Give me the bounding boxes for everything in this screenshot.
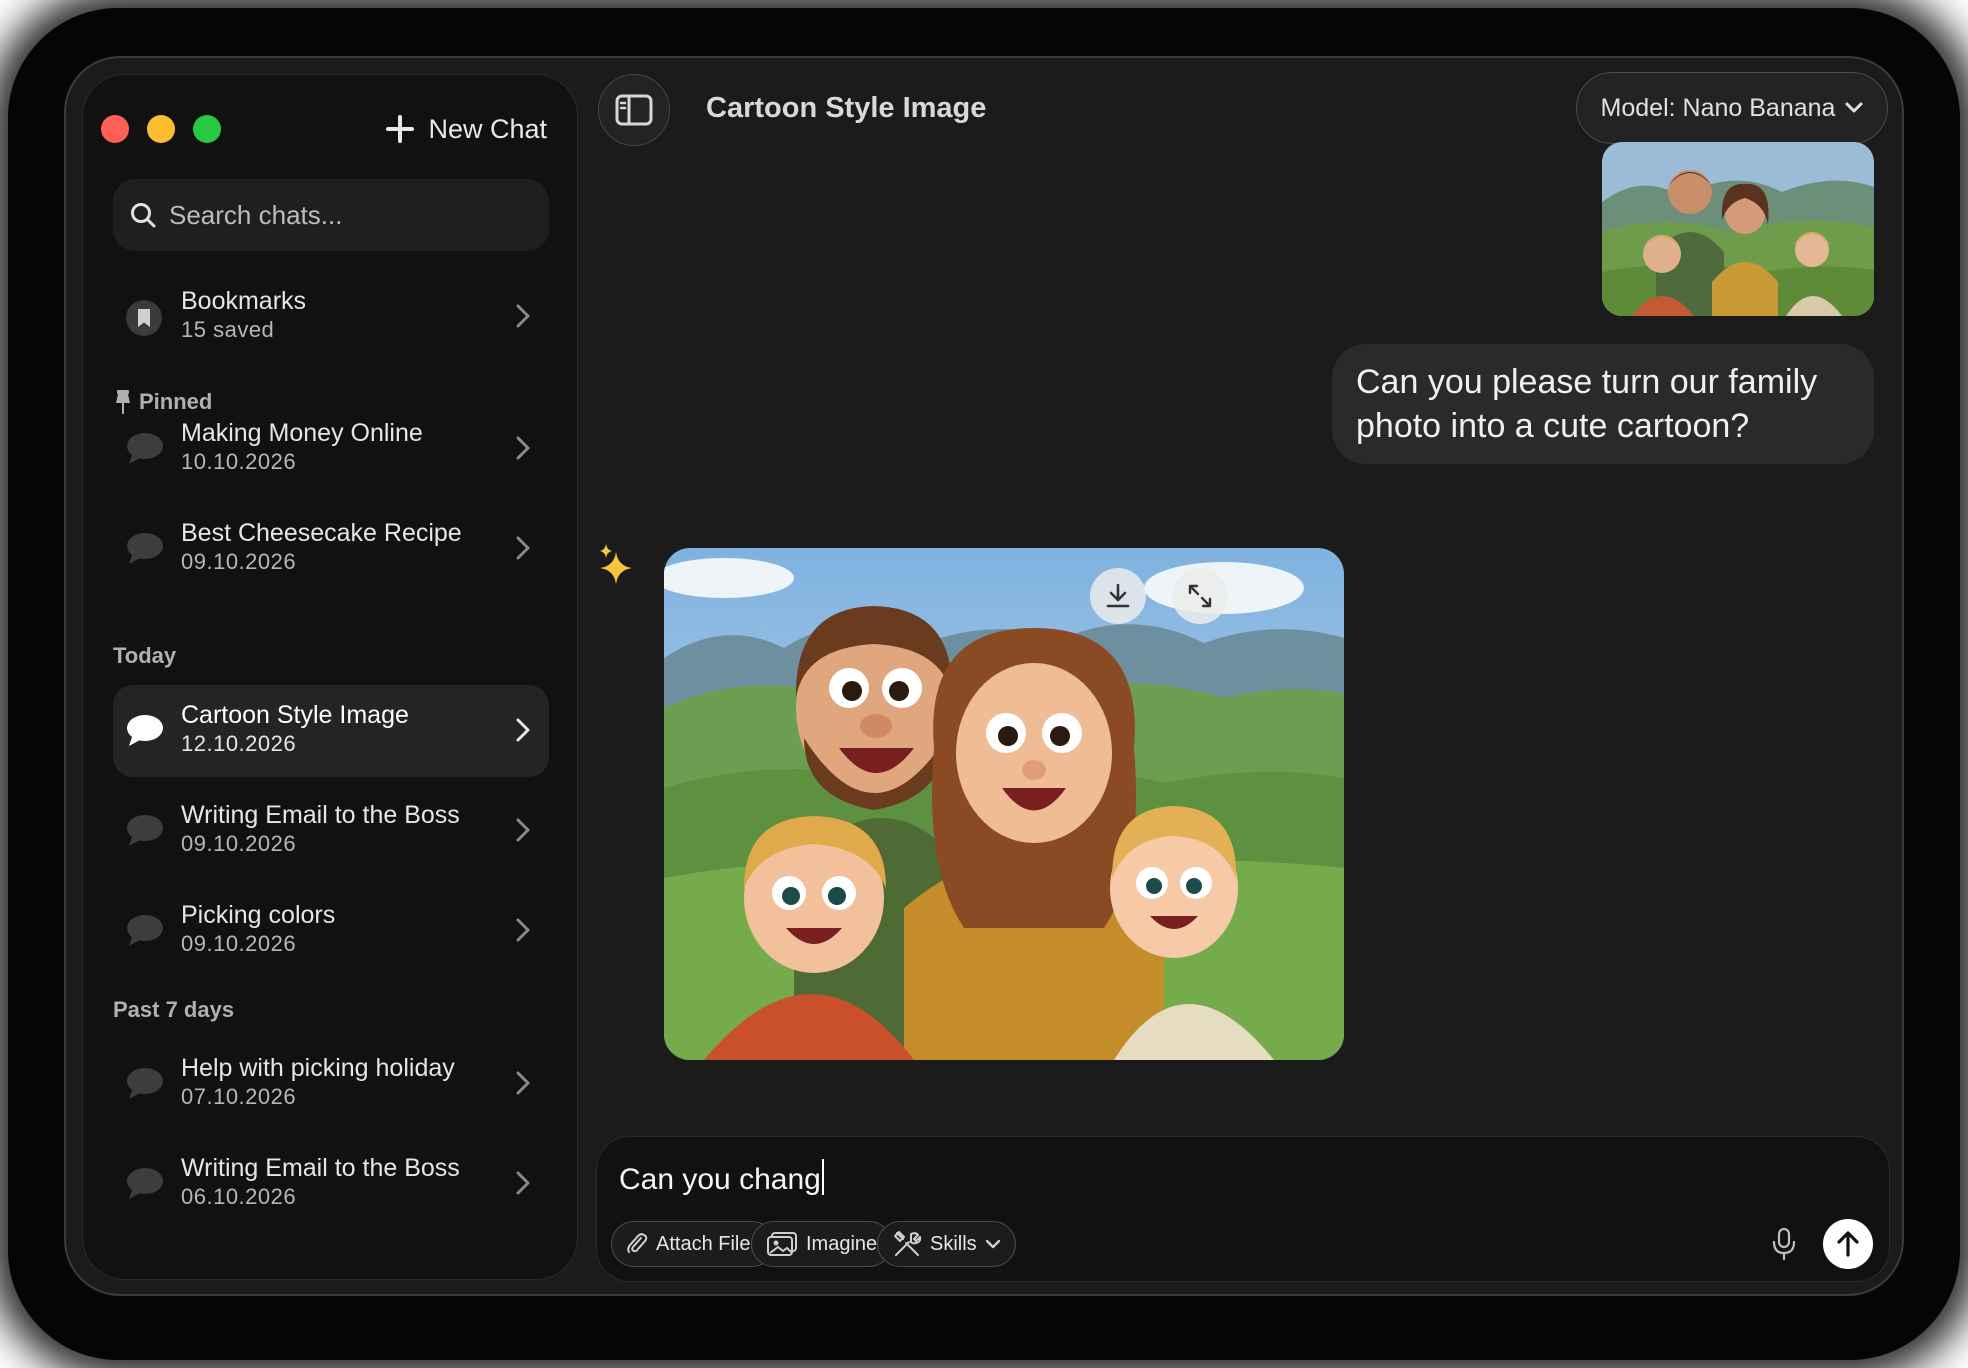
chat-bubble-icon	[127, 915, 163, 946]
chat-item[interactable]: Writing Email to the Boss 09.10.2026	[113, 785, 549, 877]
skills-dropdown[interactable]: Skills	[877, 1221, 1016, 1267]
user-message-bubble: Can you please turn our family photo int…	[1332, 344, 1874, 464]
chat-item[interactable]: Writing Email to the Boss 06.10.2026	[113, 1138, 549, 1230]
close-window-button[interactable]	[101, 115, 129, 143]
search-icon	[131, 203, 156, 228]
new-chat-button[interactable]: New Chat	[386, 107, 547, 151]
message-input-value: Can you chang	[619, 1163, 821, 1196]
chevron-right-icon	[516, 1171, 530, 1195]
model-label: Model: Nano Banana	[1600, 93, 1836, 122]
chat-bubble-icon	[127, 533, 163, 564]
chevron-down-icon	[985, 1239, 1000, 1249]
download-icon	[1106, 583, 1130, 608]
chevron-right-icon	[516, 304, 530, 328]
message-composer: Can you chang Attach Files Imagine Skill…	[596, 1136, 1890, 1282]
chat-date: 07.10.2026	[181, 1084, 297, 1109]
expand-icon	[1188, 584, 1212, 608]
chat-date: 12.10.2026	[181, 731, 297, 756]
attach-files-label: Attach Files	[656, 1232, 761, 1255]
uploaded-family-photo[interactable]	[1602, 142, 1874, 316]
chevron-down-icon	[1845, 102, 1863, 113]
chevron-right-icon	[516, 718, 530, 742]
microphone-icon[interactable]	[1771, 1227, 1797, 1261]
bookmarks-count: 15 saved	[181, 317, 275, 342]
imagine-label: Imagine	[806, 1232, 878, 1255]
chat-item-active[interactable]: Cartoon Style Image 12.10.2026	[113, 685, 549, 777]
sidebar-toggle-button[interactable]	[598, 74, 670, 146]
chat-date: 06.10.2026	[181, 1184, 297, 1209]
message-input[interactable]: Can you chang	[619, 1159, 824, 1197]
pinned-chat-item[interactable]: Making Money Online 10.10.2026	[113, 403, 549, 495]
skills-label: Skills	[930, 1232, 977, 1255]
chevron-right-icon	[516, 436, 530, 460]
sidebar-toggle-icon	[615, 94, 653, 126]
send-button[interactable]	[1823, 1219, 1873, 1269]
chat-bubble-icon	[127, 1068, 163, 1099]
chat-title: Making Money Online	[181, 419, 423, 447]
bookmark-icon	[126, 300, 162, 336]
search-box[interactable]	[113, 179, 549, 251]
bookmarks-item[interactable]: Bookmarks 15 saved	[113, 271, 549, 363]
chevron-right-icon	[516, 818, 530, 842]
chat-date: 09.10.2026	[181, 831, 297, 856]
chat-bubble-icon	[127, 815, 163, 846]
chat-date: 09.10.2026	[181, 931, 297, 956]
app-window: New Chat Bookmarks 15 saved	[64, 56, 1904, 1296]
tools-icon	[894, 1231, 922, 1256]
chat-item[interactable]: Help with picking holiday 07.10.2026	[113, 1038, 549, 1130]
plus-icon	[386, 115, 415, 143]
download-image-button[interactable]	[1090, 568, 1146, 624]
chat-title: Writing Email to the Boss	[181, 801, 460, 829]
sidebar: New Chat Bookmarks 15 saved	[82, 74, 578, 1280]
sparkle-icon	[600, 544, 632, 584]
text-caret	[821, 1159, 824, 1195]
chat-bubble-icon	[127, 1168, 163, 1199]
chat-item[interactable]: Picking colors 09.10.2026	[113, 885, 549, 977]
chat-title: Cartoon Style Image	[181, 701, 409, 729]
new-chat-label: New Chat	[428, 113, 547, 144]
chat-title-header: Cartoon Style Image	[706, 92, 987, 124]
chat-title: Picking colors	[181, 901, 336, 929]
minimize-window-button[interactable]	[147, 115, 175, 143]
chat-title: Writing Email to the Boss	[181, 1154, 460, 1182]
image-icon	[767, 1232, 797, 1256]
today-section-label: Today	[113, 643, 177, 668]
pinned-chat-item[interactable]: Best Cheesecake Recipe 09.10.2026	[113, 503, 549, 595]
imagine-button[interactable]: Imagine	[751, 1221, 893, 1267]
chat-bubble-icon	[127, 433, 163, 464]
paperclip-icon	[627, 1233, 648, 1253]
window-controls	[101, 115, 221, 143]
model-selector[interactable]: Model: Nano Banana	[1576, 72, 1888, 144]
maximize-window-button[interactable]	[193, 115, 221, 143]
past-7-days-section-label: Past 7 days	[113, 997, 235, 1022]
chevron-right-icon	[516, 1071, 530, 1095]
chat-date: 09.10.2026	[181, 549, 297, 574]
chevron-right-icon	[516, 918, 530, 942]
bookmarks-title: Bookmarks	[181, 287, 307, 315]
chat-bubble-icon	[127, 715, 163, 746]
chat-date: 10.10.2026	[181, 449, 297, 474]
search-input[interactable]	[169, 199, 529, 231]
generated-cartoon-image[interactable]	[664, 548, 1344, 1060]
chat-title: Help with picking holiday	[181, 1054, 455, 1082]
chevron-right-icon	[516, 536, 530, 560]
expand-image-button[interactable]	[1172, 568, 1228, 624]
chat-title: Best Cheesecake Recipe	[181, 519, 462, 547]
arrow-up-icon	[1837, 1231, 1859, 1257]
